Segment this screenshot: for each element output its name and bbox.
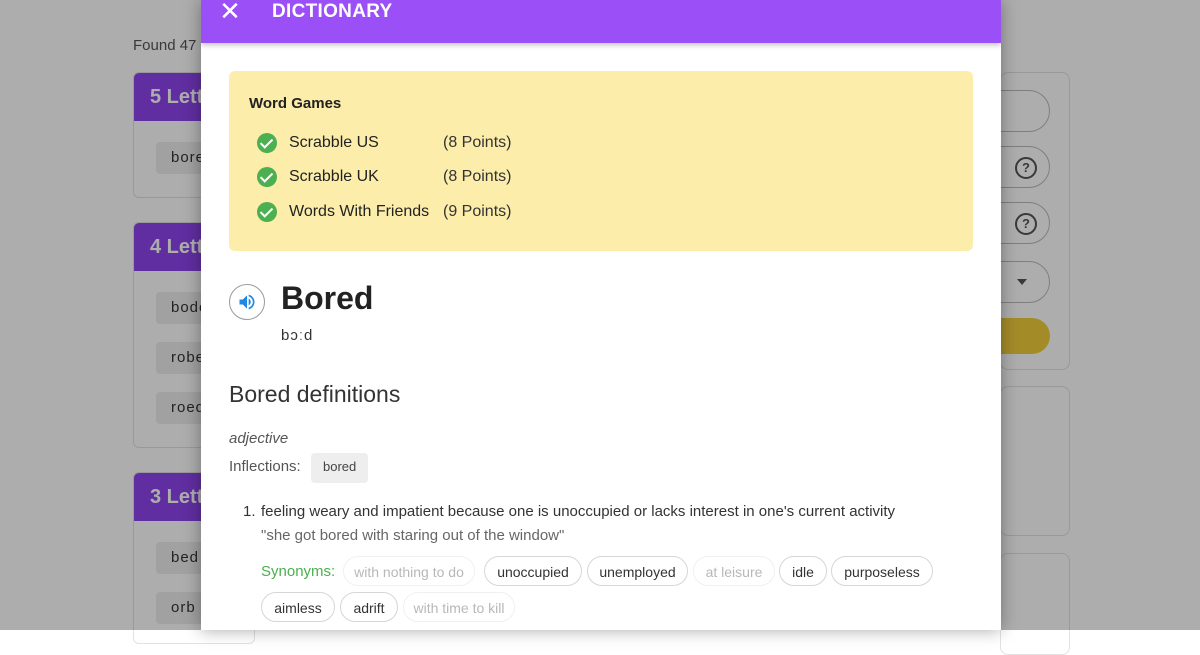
definitions-title: Bored definitions bbox=[229, 381, 401, 407]
game-name: Scrabble US bbox=[289, 134, 379, 151]
modal-title: DICTIONARY bbox=[272, 1, 393, 22]
synonym-chip[interactable]: idle bbox=[779, 556, 827, 586]
inflections-label: Inflections: bbox=[229, 458, 301, 475]
entry-phonetic: bɔːd bbox=[281, 327, 314, 344]
inflection-chip[interactable]: bored bbox=[311, 453, 369, 483]
game-name: Scrabble UK bbox=[289, 168, 379, 185]
synonym-chip[interactable]: with nothing to do bbox=[343, 556, 475, 586]
game-name: Words With Friends bbox=[289, 203, 430, 220]
game-points: (8 Points) bbox=[443, 168, 512, 185]
synonym-chip[interactable]: unemployed bbox=[587, 556, 688, 586]
synonym-chip[interactable]: purposeless bbox=[831, 556, 933, 586]
synonym-chip[interactable]: with time to kill bbox=[403, 592, 515, 622]
game-points: (8 Points) bbox=[443, 134, 512, 151]
check-icon bbox=[257, 202, 277, 222]
definition-text: feeling weary and impatient because one … bbox=[261, 503, 896, 520]
dictionary-modal: ✕ DICTIONARY Word Games Scrabble US (8 P… bbox=[201, 0, 1001, 630]
speaker-icon bbox=[239, 294, 255, 310]
check-icon bbox=[257, 133, 277, 153]
close-icon[interactable]: ✕ bbox=[219, 0, 241, 24]
entry-word: Bored bbox=[281, 280, 374, 316]
synonym-chip[interactable]: adrift bbox=[340, 592, 398, 622]
synonym-chip[interactable]: at leisure bbox=[693, 556, 775, 586]
definition-number: 1. bbox=[243, 503, 256, 520]
check-icon bbox=[257, 167, 277, 187]
synonym-chip[interactable]: aimless bbox=[261, 592, 335, 622]
part-of-speech: adjective bbox=[229, 430, 289, 447]
speaker-button[interactable] bbox=[229, 284, 265, 320]
synonyms-label: Synonyms: bbox=[261, 563, 336, 580]
game-points: (9 Points) bbox=[443, 203, 512, 220]
word-games-title: Word Games bbox=[249, 95, 342, 112]
synonym-chip[interactable]: unoccupied bbox=[484, 556, 582, 586]
modal-header: ✕ DICTIONARY bbox=[201, 0, 1001, 43]
definition-example: "she got bored with staring out of the w… bbox=[261, 527, 565, 544]
word-games-box: Word Games Scrabble US (8 Points) Scrabb… bbox=[229, 71, 973, 251]
